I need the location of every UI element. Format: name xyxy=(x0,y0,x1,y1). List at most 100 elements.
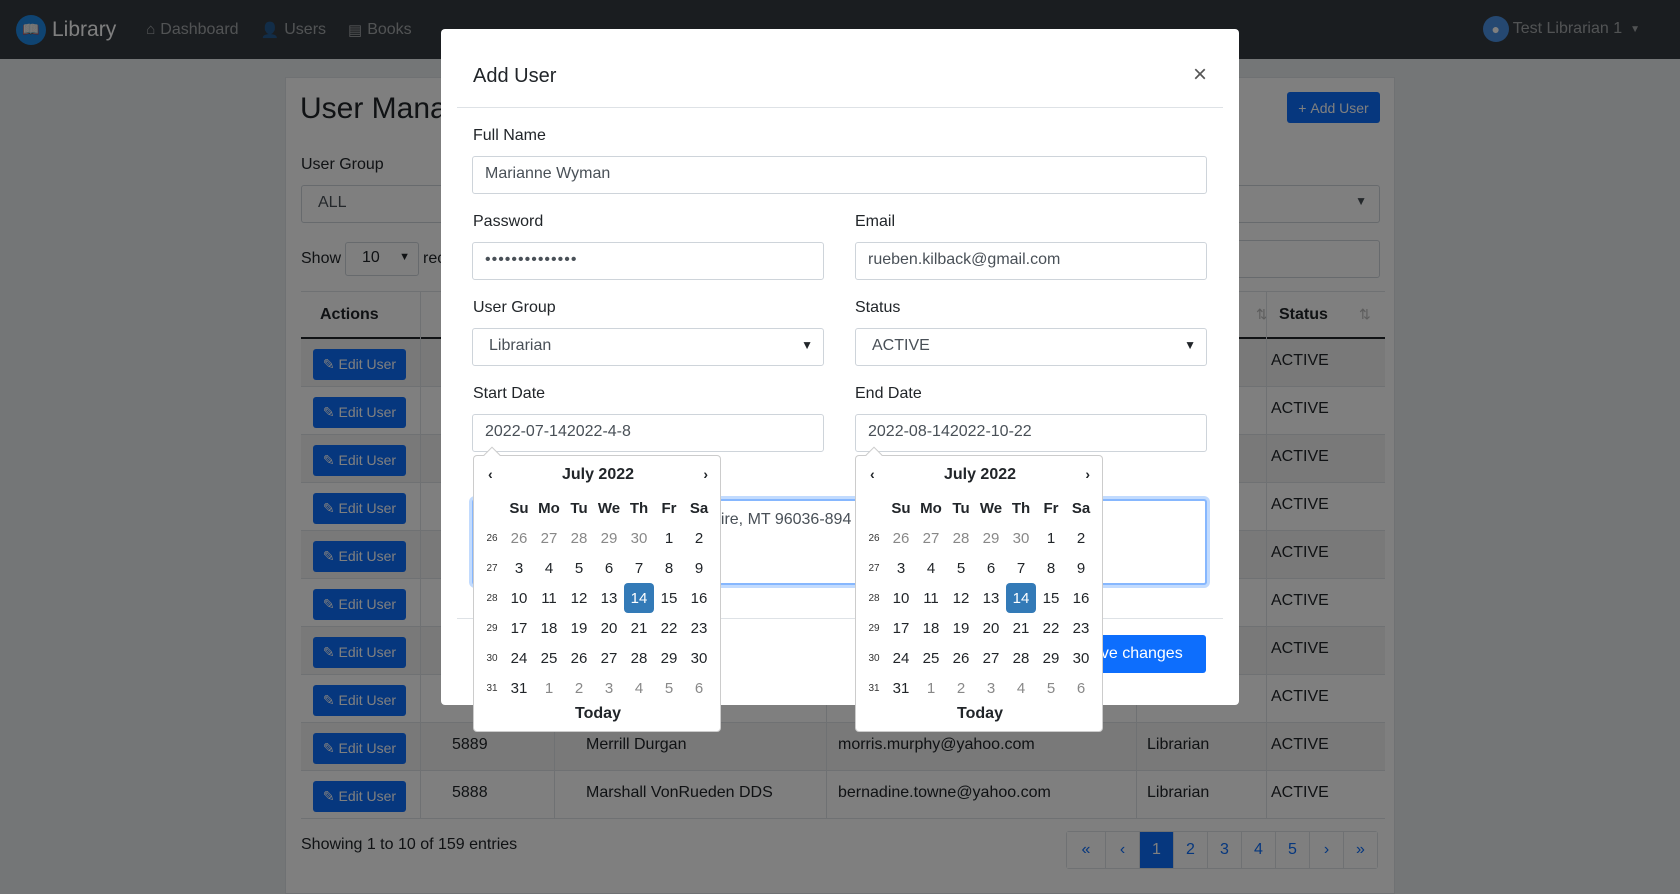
day-cell[interactable]: 2 xyxy=(564,673,594,703)
picker-month[interactable]: July 2022 xyxy=(474,466,722,484)
day-cell[interactable]: 6 xyxy=(684,673,714,703)
day-cell[interactable]: 9 xyxy=(1066,553,1096,583)
day-cell[interactable]: 1 xyxy=(916,673,946,703)
day-cell[interactable]: 1 xyxy=(534,673,564,703)
day-cell[interactable]: 24 xyxy=(886,643,916,673)
day-cell[interactable]: 30 xyxy=(1066,643,1096,673)
day-cell[interactable]: 27 xyxy=(916,523,946,553)
day-cell[interactable]: 14 xyxy=(624,583,654,613)
day-cell[interactable]: 16 xyxy=(1066,583,1096,613)
start-date-input[interactable]: 2022-07-142022-4-8 xyxy=(472,414,824,452)
day-cell[interactable]: 4 xyxy=(1006,673,1036,703)
day-cell[interactable]: 24 xyxy=(504,643,534,673)
day-cell[interactable]: 5 xyxy=(1036,673,1066,703)
day-cell[interactable]: 27 xyxy=(594,643,624,673)
day-cell[interactable]: 23 xyxy=(684,613,714,643)
day-cell[interactable]: 2 xyxy=(684,523,714,553)
day-cell[interactable]: 7 xyxy=(1006,553,1036,583)
day-cell[interactable]: 22 xyxy=(654,613,684,643)
day-cell[interactable]: 4 xyxy=(916,553,946,583)
status-label: Status xyxy=(855,299,901,316)
day-cell[interactable]: 5 xyxy=(654,673,684,703)
day-cell[interactable]: 3 xyxy=(504,553,534,583)
day-cell[interactable]: 9 xyxy=(684,553,714,583)
day-cell[interactable]: 2 xyxy=(1066,523,1096,553)
day-cell[interactable]: 13 xyxy=(594,583,624,613)
day-cell[interactable]: 29 xyxy=(654,643,684,673)
day-cell[interactable]: 29 xyxy=(594,523,624,553)
day-cell[interactable]: 3 xyxy=(886,553,916,583)
password-input[interactable]: •••••••••••••• xyxy=(472,242,824,280)
day-cell[interactable]: 10 xyxy=(886,583,916,613)
day-cell[interactable]: 26 xyxy=(946,643,976,673)
picker-month[interactable]: July 2022 xyxy=(856,466,1104,484)
day-cell[interactable]: 28 xyxy=(624,643,654,673)
day-cell[interactable]: 19 xyxy=(564,613,594,643)
day-cell[interactable]: 21 xyxy=(624,613,654,643)
day-cell[interactable]: 3 xyxy=(594,673,624,703)
day-cell[interactable]: 17 xyxy=(886,613,916,643)
day-cell[interactable]: 6 xyxy=(1066,673,1096,703)
day-cell[interactable]: 25 xyxy=(916,643,946,673)
day-cell[interactable]: 10 xyxy=(504,583,534,613)
day-cell[interactable]: 12 xyxy=(946,583,976,613)
day-cell[interactable]: 8 xyxy=(1036,553,1066,583)
day-cell[interactable]: 2 xyxy=(946,673,976,703)
day-cell[interactable]: 4 xyxy=(534,553,564,583)
chevron-right-icon[interactable]: › xyxy=(1085,466,1090,482)
day-cell[interactable]: 27 xyxy=(976,643,1006,673)
day-cell[interactable]: 12 xyxy=(564,583,594,613)
day-cell[interactable]: 18 xyxy=(916,613,946,643)
day-cell[interactable]: 22 xyxy=(1036,613,1066,643)
day-cell[interactable]: 17 xyxy=(504,613,534,643)
day-cell[interactable]: 31 xyxy=(886,673,916,703)
today-button[interactable]: Today xyxy=(856,705,1104,723)
day-cell[interactable]: 26 xyxy=(886,523,916,553)
today-button[interactable]: Today xyxy=(474,705,722,723)
day-cell[interactable]: 3 xyxy=(976,673,1006,703)
day-cell[interactable]: 6 xyxy=(594,553,624,583)
day-cell[interactable]: 7 xyxy=(624,553,654,583)
day-cell[interactable]: 6 xyxy=(976,553,1006,583)
day-cell[interactable]: 4 xyxy=(624,673,654,703)
day-cell[interactable]: 13 xyxy=(976,583,1006,613)
day-cell[interactable]: 29 xyxy=(1036,643,1066,673)
full-name-input[interactable]: Marianne Wyman xyxy=(472,156,1207,194)
week-number: 29 xyxy=(868,622,880,634)
day-cell[interactable]: 5 xyxy=(564,553,594,583)
day-cell[interactable]: 1 xyxy=(1036,523,1066,553)
day-cell[interactable]: 29 xyxy=(976,523,1006,553)
day-cell[interactable]: 27 xyxy=(534,523,564,553)
day-cell[interactable]: 5 xyxy=(946,553,976,583)
user-group-select[interactable]: Librarian ▼ xyxy=(472,328,824,366)
day-cell[interactable]: 8 xyxy=(654,553,684,583)
day-cell[interactable]: 26 xyxy=(504,523,534,553)
day-cell[interactable]: 30 xyxy=(684,643,714,673)
day-cell[interactable]: 31 xyxy=(504,673,534,703)
day-cell[interactable]: 15 xyxy=(1036,583,1066,613)
day-cell[interactable]: 25 xyxy=(534,643,564,673)
day-cell[interactable]: 14 xyxy=(1006,583,1036,613)
chevron-right-icon[interactable]: › xyxy=(703,466,708,482)
day-cell[interactable]: 28 xyxy=(1006,643,1036,673)
day-cell[interactable]: 18 xyxy=(534,613,564,643)
day-cell[interactable]: 11 xyxy=(534,583,564,613)
close-icon[interactable]: × xyxy=(1193,61,1207,89)
email-input[interactable]: rueben.kilback@gmail.com xyxy=(855,242,1207,280)
day-cell[interactable]: 30 xyxy=(1006,523,1036,553)
day-cell[interactable]: 21 xyxy=(1006,613,1036,643)
day-cell[interactable]: 28 xyxy=(946,523,976,553)
day-cell[interactable]: 23 xyxy=(1066,613,1096,643)
status-select[interactable]: ACTIVE ▼ xyxy=(855,328,1207,366)
day-cell[interactable]: 1 xyxy=(654,523,684,553)
end-date-input[interactable]: 2022-08-142022-10-22 xyxy=(855,414,1207,452)
day-cell[interactable]: 11 xyxy=(916,583,946,613)
day-cell[interactable]: 28 xyxy=(564,523,594,553)
day-cell[interactable]: 19 xyxy=(946,613,976,643)
day-cell[interactable]: 20 xyxy=(594,613,624,643)
day-cell[interactable]: 30 xyxy=(624,523,654,553)
day-cell[interactable]: 26 xyxy=(564,643,594,673)
day-cell[interactable]: 20 xyxy=(976,613,1006,643)
day-cell[interactable]: 16 xyxy=(684,583,714,613)
day-cell[interactable]: 15 xyxy=(654,583,684,613)
